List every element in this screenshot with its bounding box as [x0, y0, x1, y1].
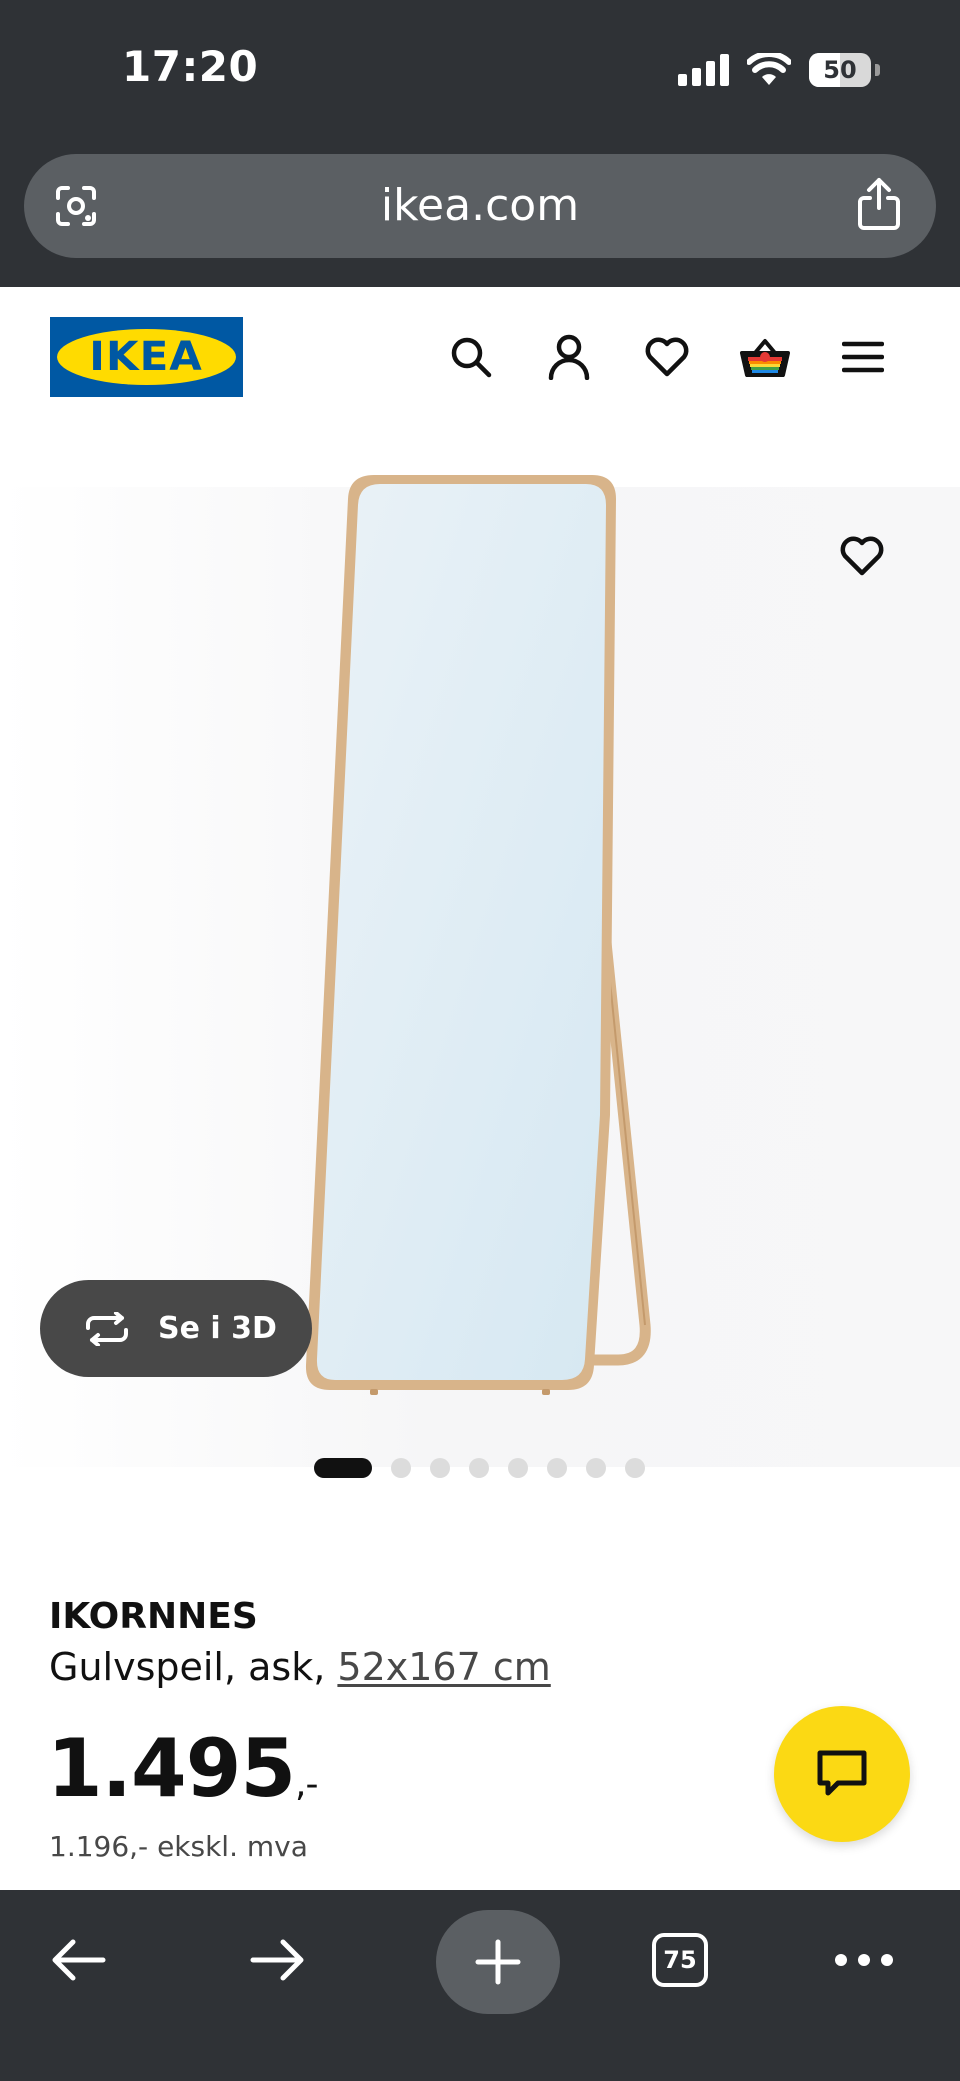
product-description-text: Gulvspeil, ask,	[49, 1645, 338, 1689]
logo-oval: IKEA	[57, 329, 236, 385]
view-in-3d-label: Se i 3D	[158, 1311, 277, 1346]
ikea-logo[interactable]: IKEA	[50, 317, 243, 397]
hamburger-menu-icon	[842, 341, 884, 373]
new-tab-plus-icon	[475, 1939, 521, 1985]
address-bar[interactable]: ikea.com	[24, 154, 936, 258]
browser-bottom-toolbar: 75	[0, 1890, 960, 2081]
battery-nub	[875, 64, 880, 76]
favorites-heart-icon	[645, 337, 689, 377]
rotate-3d-icon	[86, 1311, 128, 1346]
menu-button[interactable]	[835, 329, 891, 385]
gallery-dot[interactable]	[625, 1458, 645, 1478]
price-ex-vat: 1.196,- ekskl. mva	[49, 1830, 308, 1863]
site-header: IKEA	[0, 287, 960, 427]
account-icon	[548, 334, 590, 380]
tabs-button[interactable]: 75	[640, 1920, 720, 2000]
new-tab-button[interactable]	[436, 1910, 560, 2014]
status-icons: 50	[678, 50, 880, 90]
gallery-dot[interactable]	[508, 1458, 528, 1478]
chat-bubble-icon	[817, 1750, 867, 1796]
cellular-signal-icon	[678, 54, 729, 86]
back-button[interactable]	[38, 1920, 118, 2000]
gallery-dot[interactable]	[430, 1458, 450, 1478]
search-icon	[451, 337, 492, 378]
view-in-3d-button[interactable]: Se i 3D	[40, 1280, 312, 1377]
wifi-icon	[747, 53, 791, 85]
gallery-dot[interactable]	[586, 1458, 606, 1478]
add-to-favorites-button[interactable]	[834, 528, 890, 584]
url-text[interactable]: ikea.com	[24, 180, 936, 231]
favorite-heart-icon	[840, 536, 884, 576]
price-suffix: ,-	[295, 1764, 318, 1805]
chat-button[interactable]	[774, 1706, 910, 1842]
back-arrow-icon	[52, 1939, 106, 1981]
more-dots-icon	[835, 1954, 893, 1966]
gallery-dot[interactable]	[547, 1458, 567, 1478]
gallery-dot[interactable]	[469, 1458, 489, 1478]
logo-text: IKEA	[89, 334, 204, 380]
battery-icon: 50	[809, 53, 871, 87]
forward-arrow-icon	[250, 1939, 304, 1981]
tabs-icon: 75	[652, 1933, 708, 1987]
browser-top-chrome: 17:20 50 ikea.com	[0, 0, 960, 287]
more-button[interactable]	[824, 1920, 904, 2000]
gallery-dot[interactable]	[314, 1458, 372, 1478]
product-description: Gulvspeil, ask, 52x167 cm	[49, 1645, 551, 1689]
shopping-basket-icon	[740, 339, 790, 377]
tabs-count: 75	[663, 1946, 697, 1974]
battery-level: 50	[823, 56, 857, 84]
price-main: 1.495	[47, 1722, 296, 1815]
favorites-button[interactable]	[639, 329, 695, 385]
status-time: 17:20	[122, 42, 259, 91]
product-gallery[interactable]: Se i 3D	[0, 427, 960, 1467]
product-image-mirror[interactable]	[300, 475, 660, 1425]
product-price: 1.495,-	[47, 1722, 319, 1815]
gallery-dot[interactable]	[391, 1458, 411, 1478]
shopping-basket-button[interactable]	[737, 329, 793, 385]
gallery-pagination[interactable]	[314, 1457, 645, 1479]
product-dimensions-link[interactable]: 52x167 cm	[337, 1645, 550, 1689]
forward-button[interactable]	[238, 1920, 318, 2000]
share-icon[interactable]	[856, 176, 902, 232]
account-button[interactable]	[541, 329, 597, 385]
product-name: IKORNNES	[49, 1596, 258, 1637]
search-button[interactable]	[443, 329, 499, 385]
